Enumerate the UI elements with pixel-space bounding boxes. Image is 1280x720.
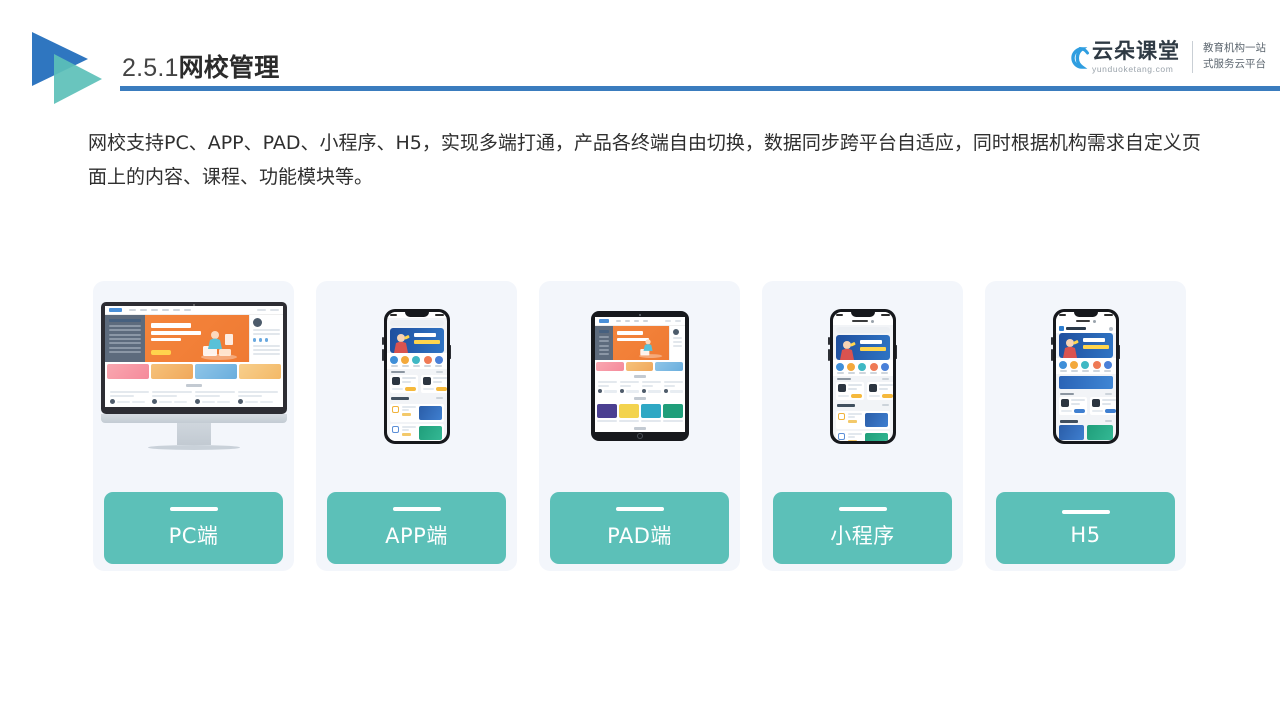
brand-tagline-line1: 教育机构一站	[1203, 42, 1266, 55]
device-mockup-tablet	[539, 281, 740, 471]
smartphone-icon	[382, 308, 451, 444]
platform-label-h5[interactable]: H5	[996, 492, 1175, 564]
platform-label-app[interactable]: APP端	[327, 492, 506, 564]
section-title: 网校管理	[178, 54, 280, 82]
page-title: 2.5.1网校管理	[122, 48, 279, 84]
brand-tagline-line2: 式服务云平台	[1203, 58, 1266, 70]
play-triangle-logo-icon	[26, 28, 104, 108]
title-underline-rule	[120, 86, 1280, 91]
brand-words: 云朵课堂 yunduoketang.com	[1092, 38, 1180, 74]
desktop-monitor-icon	[100, 302, 287, 450]
device-mockup-miniapp-phone	[762, 281, 963, 471]
label-dash	[838, 506, 887, 511]
platform-label-text: H5	[1070, 522, 1101, 547]
device-mockup-desktop	[93, 281, 294, 471]
cloud-icon	[1060, 42, 1090, 72]
brand-divider	[1192, 41, 1193, 73]
body-paragraph: 网校支持PC、APP、PAD、小程序、H5，实现多端打通，产品各终端自由切换，数…	[88, 132, 1201, 188]
platform-label-pad[interactable]: PAD端	[550, 492, 729, 564]
smartphone-icon	[1051, 308, 1120, 444]
platform-label-text: APP端	[385, 523, 448, 548]
platform-label-text: 小程序	[830, 523, 895, 548]
platform-card-pc[interactable]: PC端	[93, 281, 294, 571]
platform-label-text: PC端	[168, 523, 219, 548]
label-dash	[169, 506, 218, 511]
tablet-icon	[590, 311, 689, 441]
section-number: 2.5.1	[122, 54, 179, 82]
slide-header: 2.5.1网校管理 云朵课堂 yunduoketang.com 教育机构一站 式…	[0, 0, 1280, 108]
device-mockup-h5-phone	[985, 281, 1186, 471]
label-dash	[1061, 509, 1110, 514]
platform-card-miniapp[interactable]: 小程序	[762, 281, 963, 571]
device-mockup-app-phone	[316, 281, 517, 471]
platform-card-row: PC端 APP端 PAD端 小程序 H5	[93, 281, 1193, 571]
smartphone-icon	[828, 308, 897, 444]
brand-name: 云朵课堂	[1092, 38, 1180, 63]
brand-logo: 云朵课堂 yunduoketang.com	[1060, 38, 1180, 74]
platform-label-text: PAD端	[607, 523, 672, 548]
brand-tagline: 教育机构一站 式服务云平台	[1203, 41, 1266, 73]
label-dash	[392, 506, 441, 511]
brand-lockup: 云朵课堂 yunduoketang.com 教育机构一站 式服务云平台	[1060, 34, 1266, 80]
platform-card-app[interactable]: APP端	[316, 281, 517, 571]
platform-card-pad[interactable]: PAD端	[539, 281, 740, 571]
label-dash	[615, 506, 664, 511]
platform-label-miniapp[interactable]: 小程序	[773, 492, 952, 564]
brand-domain: yunduoketang.com	[1092, 63, 1174, 74]
slide-root: 2.5.1网校管理 云朵课堂 yunduoketang.com 教育机构一站 式…	[0, 0, 1280, 720]
platform-card-h5[interactable]: H5	[985, 281, 1186, 571]
platform-label-pc[interactable]: PC端	[104, 492, 283, 564]
